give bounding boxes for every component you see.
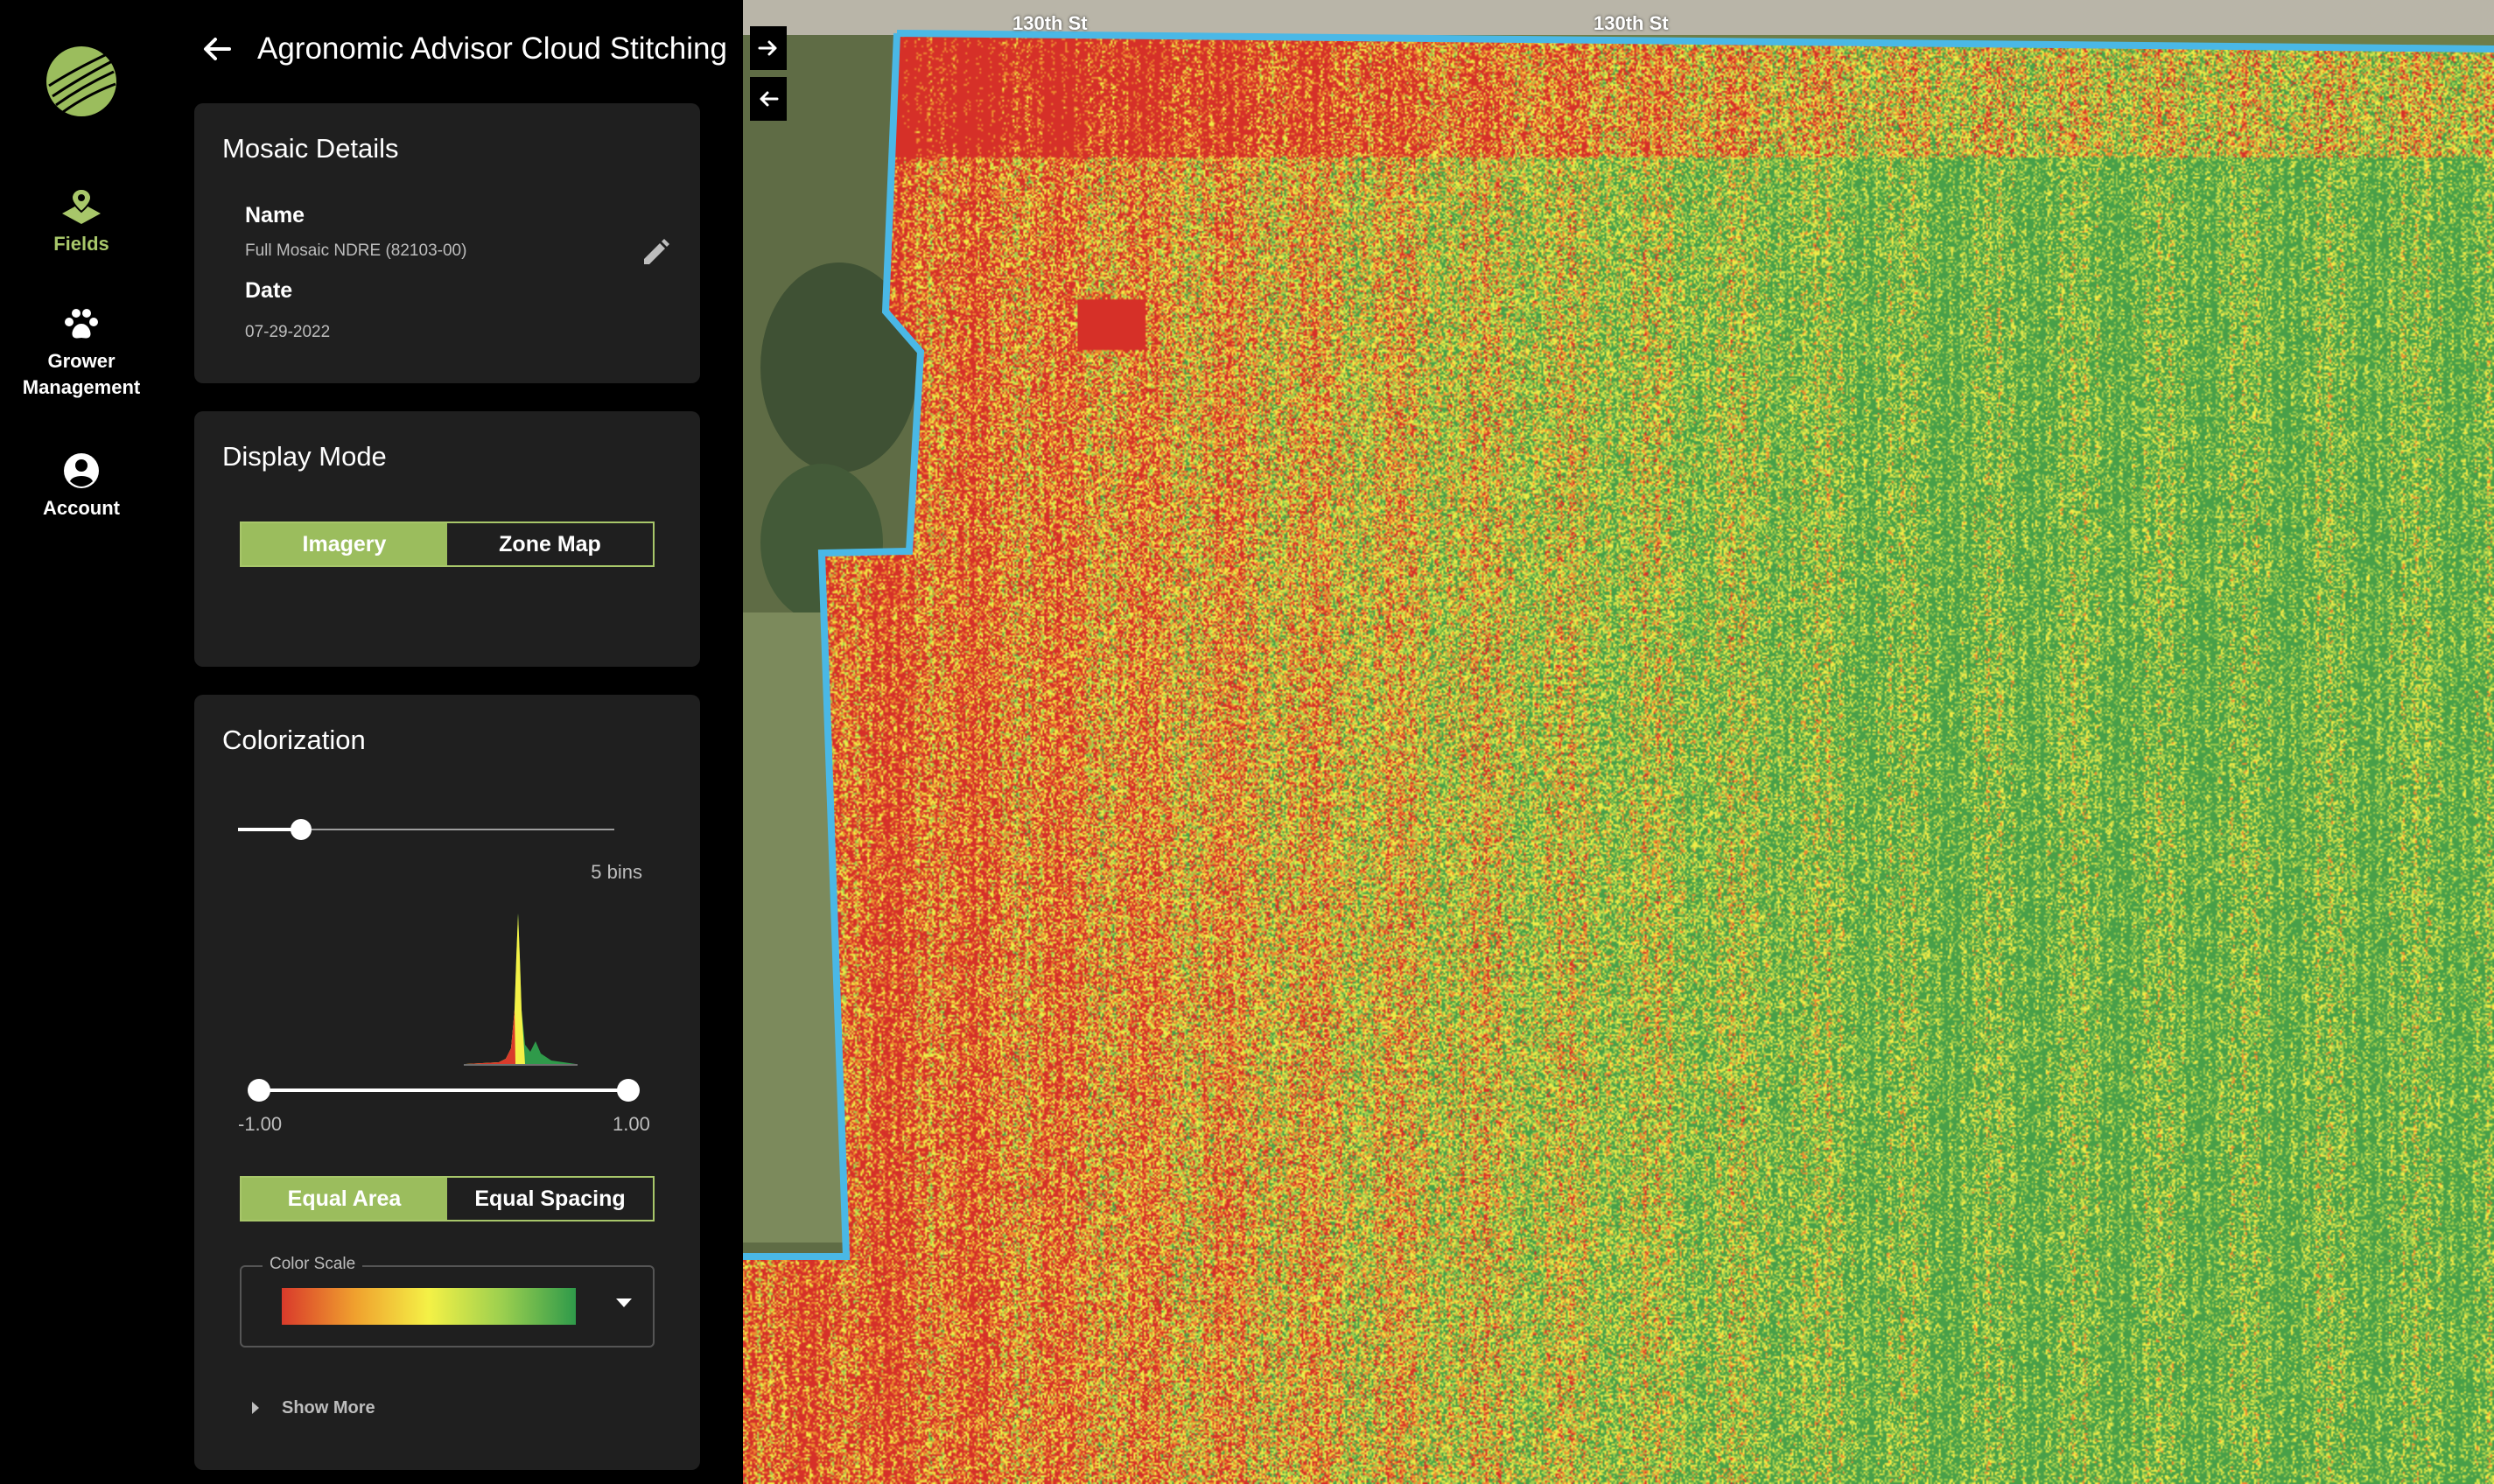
leaf-logo-icon[interactable] — [44, 44, 119, 119]
range-max-thumb[interactable] — [617, 1079, 640, 1102]
bins-count-label: 5 bins — [591, 861, 642, 883]
display-mode-toggle: Imagery Zone Map — [240, 522, 655, 567]
page-title: Agronomic Advisor Cloud Stitching — [257, 32, 727, 66]
value-histogram — [464, 914, 578, 1066]
account-circle-icon — [64, 453, 99, 488]
street-label: 130th St — [1594, 12, 1669, 34]
nav-label-account: Account — [43, 497, 120, 519]
bins-slider-thumb[interactable] — [290, 819, 312, 840]
pencil-icon[interactable] — [641, 238, 670, 268]
arrow-left-icon[interactable] — [750, 77, 787, 121]
panel-header: Agronomic Advisor Cloud Stitching — [163, 0, 743, 98]
value-range-slider[interactable] — [248, 1074, 640, 1106]
paw-icon — [65, 309, 98, 339]
ndre-field-raster — [743, 0, 2494, 1484]
chevron-down-icon[interactable] — [616, 1298, 632, 1307]
map-view[interactable]: 130th St 130th St — [743, 0, 2494, 1484]
date-label: Date — [245, 278, 293, 303]
caret-right-icon — [252, 1402, 259, 1414]
range-min-thumb[interactable] — [248, 1079, 270, 1102]
nav-label-fields: Fields — [53, 233, 109, 255]
range-max-label: 1.00 — [613, 1113, 650, 1135]
color-scale-select[interactable]: Color Scale — [240, 1255, 655, 1348]
nav-item-fields[interactable]: Fields — [0, 187, 163, 257]
color-scale-ramp — [282, 1288, 576, 1325]
name-value: Full Mosaic NDRE (82103-00) — [245, 242, 467, 260]
nav-item-grower-management[interactable]: Grower Management — [0, 306, 163, 401]
equal-spacing-option[interactable]: Equal Spacing — [447, 1178, 653, 1220]
date-value: 07-29-2022 — [245, 323, 331, 341]
range-min-label: -1.00 — [238, 1113, 283, 1135]
bin-spacing-toggle: Equal Area Equal Spacing — [240, 1176, 655, 1222]
nav-label-grower-management: Grower Management — [22, 350, 141, 398]
range-slider-track — [259, 1088, 628, 1092]
zone-map-option[interactable]: Zone Map — [447, 523, 653, 565]
show-more-label: Show More — [282, 1397, 375, 1418]
nav-item-account[interactable]: Account — [0, 452, 163, 522]
fields-pin-icon — [62, 187, 101, 224]
equal-area-option[interactable]: Equal Area — [242, 1178, 447, 1220]
street-label: 130th St — [1012, 12, 1088, 34]
arrow-right-icon[interactable] — [750, 26, 787, 70]
mosaic-details-title: Mosaic Details — [222, 133, 399, 164]
nav-rail: Fields Grower Management Account — [0, 0, 163, 1484]
colorization-title: Colorization — [222, 724, 366, 755]
arrow-left-icon[interactable] — [198, 30, 236, 68]
name-label: Name — [245, 203, 305, 228]
bins-slider[interactable] — [238, 814, 616, 845]
display-mode-title: Display Mode — [222, 441, 387, 472]
imagery-option[interactable]: Imagery — [242, 523, 447, 565]
show-more-toggle[interactable]: Show More — [252, 1395, 375, 1421]
color-scale-label: Color Scale — [263, 1255, 363, 1274]
